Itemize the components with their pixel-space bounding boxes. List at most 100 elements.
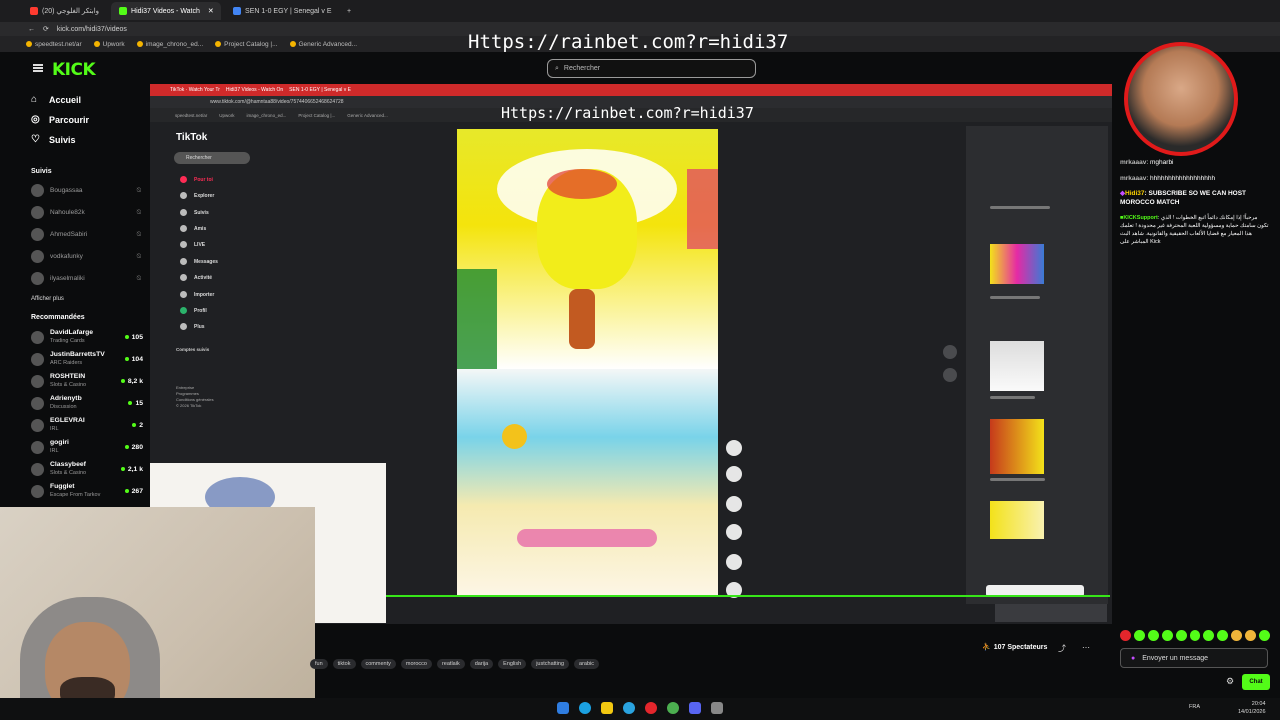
new-tab-button[interactable]: +: [339, 2, 359, 20]
chat-username[interactable]: Hidi37: [1125, 190, 1145, 197]
emote-icon[interactable]: [1259, 630, 1270, 641]
recommended-channel[interactable]: Fugglet Escape From Tarkov 267: [31, 483, 143, 499]
bookmark[interactable]: Project Catalog |...: [215, 40, 278, 48]
channel-name: Adrienytb: [50, 395, 82, 402]
bell-off-icon: ⍉: [136, 208, 141, 216]
bookmark[interactable]: speedtest.net/ar: [26, 41, 82, 48]
bookmark[interactable]: image_chrono_ed...: [136, 41, 203, 48]
back-icon[interactable]: ←: [28, 26, 35, 33]
recommended-channel[interactable]: Classybeef Slots & Casino 2,1 k: [31, 461, 143, 477]
share-icon[interactable]: ⤴: [1058, 643, 1066, 654]
emote-icon[interactable]: [1175, 630, 1187, 641]
captured-bookmark: Generic Advanced...: [347, 112, 388, 118]
followed-channel[interactable]: Nahoule82k ⍉: [31, 206, 141, 219]
tag[interactable]: morocco: [400, 659, 432, 669]
bookmark[interactable]: Upwork: [93, 40, 125, 48]
bookmark[interactable]: Generic Advanced...: [289, 41, 357, 48]
obs-icon[interactable]: [645, 702, 657, 714]
show-more-link[interactable]: Afficher plus: [31, 296, 64, 302]
explorer-icon[interactable]: [601, 702, 613, 714]
bookmark-label: Upwork: [102, 40, 125, 48]
player-controls[interactable]: [995, 604, 1107, 622]
nav-browse[interactable]: ◎ Parcourir: [31, 115, 89, 126]
comment-text: [990, 296, 1040, 299]
discord-icon[interactable]: [689, 702, 701, 714]
tiktok-footer: Entreprise Programmes Conditions général…: [176, 385, 256, 409]
tag[interactable]: darija: [469, 659, 494, 669]
emote-icon[interactable]: [1245, 630, 1257, 641]
tag[interactable]: reatlaik: [436, 659, 465, 669]
emote-icon[interactable]: [1231, 630, 1243, 641]
tiktok-sidebar: TikTok Rechercher Pour toi Explorer Suiv…: [168, 126, 268, 446]
emoji-icon[interactable]: ●: [1131, 655, 1135, 662]
promo-overlay-text-inner: Https://rainbet.com?r=hidi37: [501, 104, 754, 122]
edge-icon[interactable]: [579, 702, 591, 714]
clock[interactable]: 20:04 14/01/2026: [1238, 700, 1266, 716]
chat-username[interactable]: mrkaaav: [1120, 175, 1146, 182]
emote-icon[interactable]: [1203, 630, 1215, 641]
followed-channel[interactable]: AhmedSabiri ⍉: [31, 228, 141, 241]
live-dot-icon: [128, 401, 133, 405]
tag[interactable]: justchatting: [531, 659, 570, 669]
settings-icon[interactable]: ⚙: [1226, 676, 1234, 687]
chat-username[interactable]: KICKSupport: [1123, 215, 1158, 221]
app-icon[interactable]: [711, 702, 723, 714]
send-chat-button[interactable]: Chat: [1242, 674, 1270, 690]
channel-name: ROSHTEIN: [50, 373, 86, 380]
language-indicator[interactable]: FRA: [1189, 704, 1200, 710]
progress-bar[interactable]: [315, 595, 1110, 597]
tag[interactable]: English: [498, 659, 527, 669]
tiktok-menu-item: Amis: [180, 225, 206, 232]
close-tab-icon[interactable]: ✕: [208, 7, 214, 15]
telegram-icon[interactable]: [623, 702, 635, 714]
clock-time: 20:04: [1251, 701, 1266, 707]
recommended-channel[interactable]: DavidLafarge Trading Cards 105: [31, 329, 143, 345]
channel-name: EGLEVRAI: [50, 417, 85, 424]
recommended-channel[interactable]: JustinBarrettsTV ARC Raiders 104: [31, 351, 143, 367]
emote-icon[interactable]: [1217, 630, 1229, 641]
taskbar: [0, 698, 1280, 720]
recommended-channel[interactable]: gogiri IRL 280: [31, 439, 143, 455]
channel-name: Nahoule82k: [50, 209, 85, 216]
live-icon: [180, 241, 187, 248]
followed-channel[interactable]: ilyaselmaliki ⍉: [31, 272, 141, 285]
tag[interactable]: commenty: [360, 659, 396, 669]
emote-icon[interactable]: [1133, 630, 1145, 641]
tag[interactable]: tiktok: [332, 659, 356, 669]
emote-icon[interactable]: [1120, 630, 1131, 641]
followed-channel[interactable]: Bougassaa ⍉: [31, 184, 141, 197]
nav-following[interactable]: ♡ Suivis: [31, 135, 76, 146]
recommended-channel[interactable]: EGLEVRAI IRL 2: [31, 417, 143, 433]
chat-input[interactable]: ● Envoyer un message: [1120, 648, 1268, 668]
streamer-avatar: [1124, 42, 1238, 156]
chat-username[interactable]: mrkaaav: [1120, 159, 1146, 166]
captured-bookmark: image_chrono_ed...: [246, 112, 287, 118]
search-input[interactable]: ⌕ Rechercher: [547, 59, 756, 78]
bookmark-label: Project Catalog |...: [224, 40, 278, 48]
tag[interactable]: arabic: [574, 659, 600, 669]
captured-tab: TikTok · Watch Your Tr: [170, 87, 220, 93]
followed-channel[interactable]: vodkafunky ⍉: [31, 250, 141, 263]
profile-icon: [180, 307, 187, 314]
reload-icon[interactable]: ⟳: [43, 25, 49, 33]
windows-start-icon[interactable]: [557, 702, 569, 714]
tiktok-menu-item: Messages: [180, 258, 218, 265]
chrome-icon[interactable]: [667, 702, 679, 714]
emote-icon[interactable]: [1147, 630, 1159, 641]
emote-icon[interactable]: [1161, 630, 1173, 641]
recommended-channel[interactable]: ROSHTEIN Slots & Casino 8,2 k: [31, 373, 143, 389]
share-icon: [726, 554, 742, 570]
menu-icon[interactable]: [33, 64, 43, 72]
browser-tab[interactable]: SEN 1-0 EGY | Senegal v E: [225, 2, 335, 20]
nav-home[interactable]: ⌂ Accueil: [31, 95, 81, 106]
tag[interactable]: fun: [310, 659, 328, 669]
browser-tab-active[interactable]: Hidi37 Videos - Watch ✕: [111, 2, 222, 20]
kick-logo[interactable]: KICK: [52, 60, 96, 80]
more-icon[interactable]: ⋯: [1082, 643, 1090, 652]
bookmark-icon: [26, 41, 32, 47]
recommended-channel[interactable]: Adrienytb Discussion 15: [31, 395, 143, 411]
tab-favicon-icon: [233, 7, 242, 15]
browser-tab[interactable]: وابتكر الغلوجي (20): [22, 2, 107, 20]
emote-icon[interactable]: [1189, 630, 1201, 641]
url-text[interactable]: kick.com/hidi37/videos: [57, 26, 127, 33]
